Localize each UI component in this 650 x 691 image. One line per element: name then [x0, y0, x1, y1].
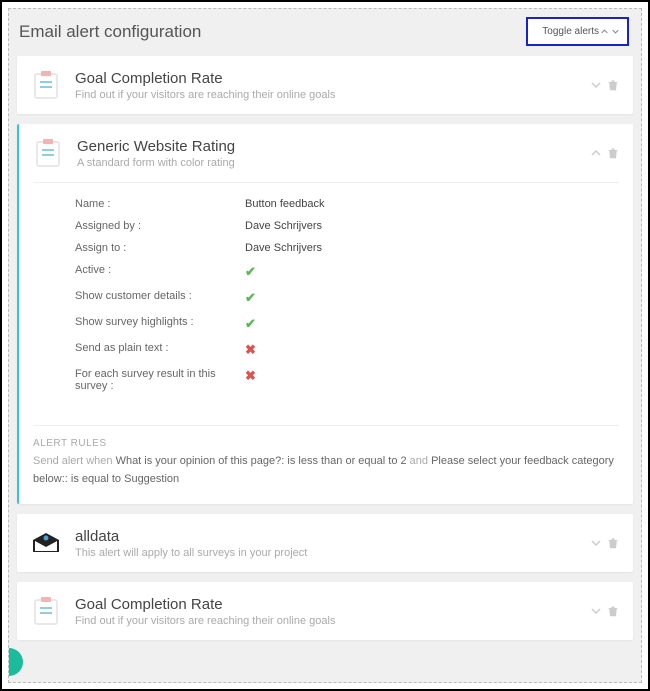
chevron-down-icon[interactable]: [591, 606, 601, 616]
page-title: Email alert configuration: [19, 22, 201, 42]
detail-row-each: For each survey result in this survey : …: [75, 363, 619, 397]
chevron-up-icon[interactable]: [591, 148, 601, 158]
rules-cond1: What is your opinion of this page?: is l…: [116, 455, 407, 467]
detail-label: Show survey highlights :: [75, 316, 245, 332]
detail-row-customer: Show customer details : ✔: [75, 285, 619, 311]
envelope-icon: [31, 526, 61, 560]
card-title: Goal Completion Rate: [75, 70, 577, 87]
card-subtitle: A standard form with color rating: [77, 157, 577, 169]
check-icon: ✔: [245, 290, 256, 306]
check-icon: ✔: [245, 264, 256, 280]
card-title: Goal Completion Rate: [75, 596, 577, 613]
trash-icon[interactable]: [607, 79, 619, 91]
detail-row-active: Active : ✔: [75, 259, 619, 285]
chevron-down-icon[interactable]: [591, 80, 601, 90]
detail-value: Button feedback: [245, 198, 325, 210]
detail-row-plain: Send as plain text : ✖: [75, 337, 619, 363]
alert-rules-text: Send alert when What is your opinion of …: [33, 453, 619, 488]
alert-card: Goal Completion Rate Find out if your vi…: [17, 582, 633, 640]
detail-value: Dave Schrijvers: [245, 242, 322, 254]
alert-card-expanded: Generic Website Rating A standard form w…: [17, 124, 633, 504]
trash-icon[interactable]: [607, 147, 619, 159]
trash-icon[interactable]: [607, 537, 619, 549]
card-title: alldata: [75, 528, 577, 545]
toggle-alerts-label: Toggle alerts: [542, 26, 599, 37]
alert-rules-section: ALERT RULES Send alert when What is your…: [33, 425, 619, 504]
trash-icon[interactable]: [607, 605, 619, 617]
clipboard-icon: [31, 68, 61, 102]
chevron-down-icon[interactable]: [591, 538, 601, 548]
check-icon: ✔: [245, 316, 256, 332]
detail-label: Assign to :: [75, 242, 245, 254]
detail-label: Active :: [75, 264, 245, 280]
detail-label: For each survey result in this survey :: [75, 368, 245, 392]
alert-card: alldata This alert will apply to all sur…: [17, 514, 633, 572]
alert-rules-heading: ALERT RULES: [33, 438, 619, 449]
fab-button[interactable]: [8, 648, 23, 676]
card-subtitle: Find out if your visitors are reaching t…: [75, 89, 577, 101]
detail-row-assigned-by: Assigned by : Dave Schrijvers: [75, 215, 619, 237]
alert-card: Goal Completion Rate Find out if your vi…: [17, 56, 633, 114]
toggle-alerts-button[interactable]: Toggle alerts: [526, 17, 629, 46]
cross-icon: ✖: [245, 342, 256, 358]
rules-prefix: Send alert when: [33, 455, 116, 467]
detail-label: Show customer details :: [75, 290, 245, 306]
chevron-up-icon: [601, 28, 608, 35]
card-title: Generic Website Rating: [77, 138, 577, 155]
detail-value: Dave Schrijvers: [245, 220, 322, 232]
detail-label: Send as plain text :: [75, 342, 245, 358]
clipboard-icon: [31, 594, 61, 628]
detail-row-assign-to: Assign to : Dave Schrijvers: [75, 237, 619, 259]
detail-label: Assigned by :: [75, 220, 245, 232]
chevron-down-icon: [612, 28, 619, 35]
card-subtitle: This alert will apply to all surveys in …: [75, 547, 577, 559]
cross-icon: ✖: [245, 368, 256, 392]
card-subtitle: Find out if your visitors are reaching t…: [75, 615, 577, 627]
detail-row-highlights: Show survey highlights : ✔: [75, 311, 619, 337]
clipboard-icon: [33, 136, 63, 170]
rules-and: and: [407, 455, 431, 467]
detail-row-name: Name : Button feedback: [75, 193, 619, 215]
detail-label: Name :: [75, 198, 245, 210]
